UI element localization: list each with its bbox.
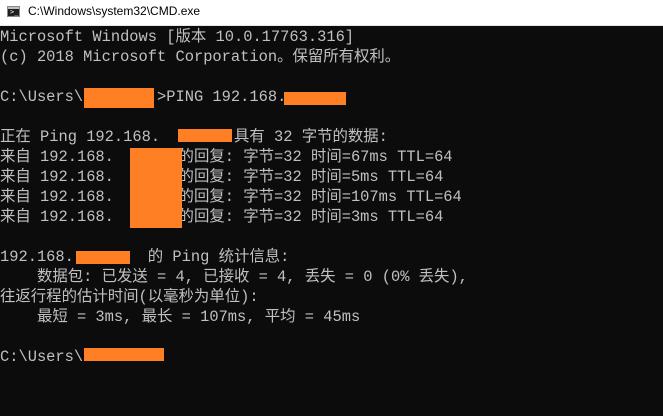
console-line-reply: 来自 192.168. 的回复: 字节=32 时间=107ms TTL=64 <box>0 188 462 206</box>
console-line-copyright: (c) 2018 Microsoft Corporation。保留所有权利。 <box>0 48 401 66</box>
cmd-window: >_ C:\Windows\system32\CMD.exe Microsoft… <box>0 0 663 416</box>
window-title: C:\Windows\system32\CMD.exe <box>28 4 201 18</box>
redaction-ip <box>284 92 346 105</box>
console-line-reply: 来自 192.168. 的回复: 字节=32 时间=67ms TTL=64 <box>0 148 453 166</box>
console-line-reply: 来自 192.168. 的回复: 字节=32 时间=5ms TTL=64 <box>0 168 444 186</box>
console-line-packets: 数据包: 已发送 = 4, 已接收 = 4, 丢失 = 0 (0% 丢失), <box>0 268 468 286</box>
title-bar[interactable]: >_ C:\Windows\system32\CMD.exe <box>0 0 663 26</box>
console-output[interactable]: Microsoft Windows [版本 10.0.17763.316] (c… <box>0 26 663 416</box>
console-line-prompt[interactable]: C:\Users\ <box>0 347 83 367</box>
cmd-icon: >_ <box>7 6 20 17</box>
console-line-reply: 来自 192.168. 的回复: 字节=32 时间=3ms TTL=64 <box>0 208 444 226</box>
console-line-version: Microsoft Windows [版本 10.0.17763.316] <box>0 28 355 46</box>
redaction-username <box>84 88 154 108</box>
console-line-rtt-values: 最短 = 3ms, 最长 = 107ms, 平均 = 45ms <box>0 308 361 326</box>
redaction-ip <box>178 129 232 142</box>
redaction-username <box>84 348 164 361</box>
console-line-stats-header: 192.168. 的 Ping 统计信息: <box>0 248 290 266</box>
redaction-ip <box>76 251 130 264</box>
redaction-ip <box>130 148 182 228</box>
console-line-rtt-header: 往返行程的估计时间(以毫秒为单位): <box>0 288 259 306</box>
